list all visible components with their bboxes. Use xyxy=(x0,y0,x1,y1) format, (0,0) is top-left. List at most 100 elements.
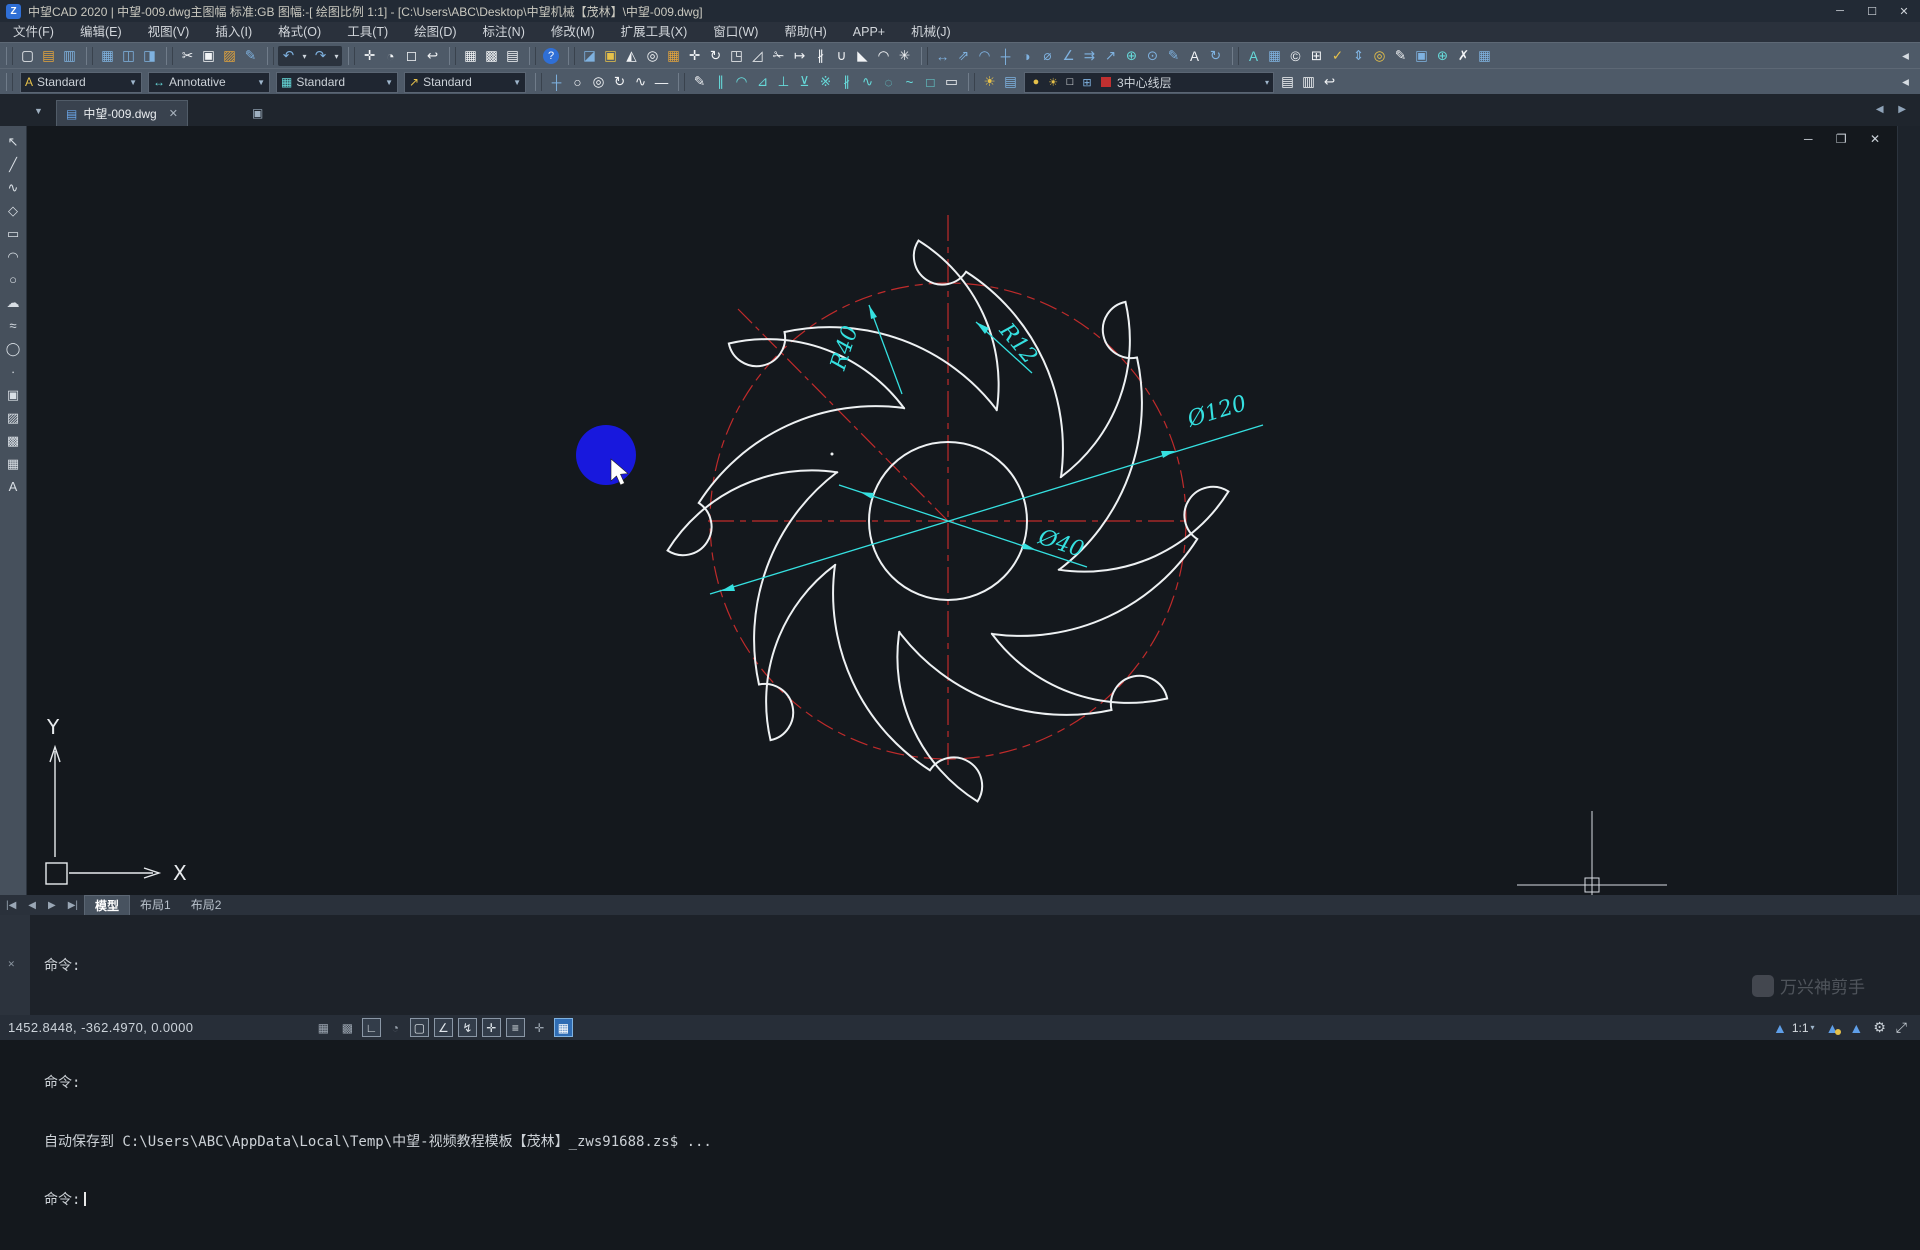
layer-color-swatch[interactable] xyxy=(1101,77,1111,87)
menu-window[interactable]: 窗口(W) xyxy=(700,22,771,42)
block-edit-icon[interactable]: ▣ xyxy=(1411,46,1432,66)
pan-icon[interactable]: ✛ xyxy=(359,46,380,66)
array-icon[interactable]: ▦ xyxy=(663,46,684,66)
tab-scroll-arrows[interactable]: ◀ ▶ xyxy=(1876,104,1912,115)
circle-tool-icon[interactable]: ○ xyxy=(567,72,588,92)
toolbar-grip[interactable] xyxy=(1232,47,1239,65)
stretch-icon[interactable]: ◿ xyxy=(747,46,768,66)
table-grid-icon[interactable]: ▦ xyxy=(1474,46,1495,66)
chevron-down-icon[interactable]: ▾ xyxy=(1811,1023,1815,1032)
toolbar-grip[interactable] xyxy=(568,47,575,65)
layer-combo[interactable]: ●☀□⊞ 3中心线层 ▾ xyxy=(1024,72,1274,93)
menu-dimension[interactable]: 标注(N) xyxy=(470,22,538,42)
maximize-button[interactable]: ☐ xyxy=(1856,0,1888,22)
layer-on-icon[interactable]: ● xyxy=(1029,72,1043,92)
join-icon[interactable]: ∪ xyxy=(831,46,852,66)
toolbar-overflow-button[interactable]: ◂ xyxy=(1895,46,1916,66)
toolbar-grip[interactable] xyxy=(535,73,542,91)
copy-icon[interactable]: ▣ xyxy=(600,46,621,66)
dim-text-edit-icon[interactable]: A xyxy=(1184,46,1205,66)
perpendicular-icon[interactable]: ⊥ xyxy=(773,72,794,92)
open-file-icon[interactable]: ▤ xyxy=(38,46,59,66)
workspace-switch-icon[interactable]: ▲ xyxy=(1849,1020,1863,1036)
properties-icon[interactable]: ▤ xyxy=(502,46,523,66)
menu-file[interactable]: 文件(F) xyxy=(0,22,67,42)
layer-bulb-icon[interactable]: ☀ xyxy=(979,72,1000,92)
nearest-icon[interactable]: ∦ xyxy=(836,72,857,92)
dim-radius-icon[interactable]: ◑ xyxy=(1016,46,1037,66)
toolbar-grip[interactable] xyxy=(6,47,13,65)
toolbar-grip[interactable] xyxy=(86,47,93,65)
parallel-icon[interactable]: ∥ xyxy=(710,72,731,92)
dim-edit-icon[interactable]: ✎ xyxy=(1163,46,1184,66)
drawing-area[interactable]: ↖╱∿◇▭◠○☁≈◯∙▣▨▩▦A ─ ❐ ✕ xyxy=(0,126,1920,895)
close-button[interactable]: ✕ xyxy=(1888,0,1920,22)
symbol-icon[interactable]: © xyxy=(1285,46,1306,66)
new-file-icon[interactable]: ▢ xyxy=(17,46,38,66)
menu-modify[interactable]: 修改(M) xyxy=(538,22,608,42)
zoom-realtime-icon[interactable]: ◔ xyxy=(380,46,401,66)
scale-icon[interactable]: ◳ xyxy=(726,46,747,66)
zoom-window-icon[interactable]: ◻ xyxy=(401,46,422,66)
find-icon[interactable]: ◎ xyxy=(1369,46,1390,66)
redo-icon[interactable]: ↷ xyxy=(310,46,331,66)
polyline-tool[interactable]: ∿ xyxy=(2,176,24,199)
polygon-tool[interactable]: ◇ xyxy=(2,199,24,222)
snap-toggle[interactable]: ▦ xyxy=(314,1018,333,1037)
toolbar-grip[interactable] xyxy=(166,47,173,65)
fullscreen-icon[interactable]: ⤢ xyxy=(1896,1019,1907,1036)
dim-tolerance-icon[interactable]: ⊕ xyxy=(1121,46,1142,66)
undo-dropdown[interactable]: ▾ xyxy=(299,46,310,66)
dim-ordinate-icon[interactable]: ┼ xyxy=(995,46,1016,66)
command-window[interactable]: ✕ 命令: 命令: _saveas 命令: 自动保存到 C:\Users\ABC… xyxy=(0,915,1920,1015)
plot-preview-icon[interactable]: ◫ xyxy=(118,46,139,66)
annotation-autoscale-icon[interactable]: ▲ xyxy=(1826,1020,1840,1036)
chevron-down-icon[interactable]: ▼ xyxy=(385,78,393,87)
tab-model[interactable]: 模型 xyxy=(84,895,130,916)
dim-continue-icon[interactable]: ⇉ xyxy=(1079,46,1100,66)
layer-previous-icon[interactable]: ↩ xyxy=(1319,72,1340,92)
drawing-viewport[interactable]: Ø120 Ø40 R40 R12 Y X xyxy=(27,126,1920,895)
circle-tool[interactable]: ○ xyxy=(2,268,24,291)
dim-update-icon[interactable]: ↻ xyxy=(1205,46,1226,66)
publish-icon[interactable]: ◨ xyxy=(139,46,160,66)
move-icon[interactable]: ✛ xyxy=(684,46,705,66)
break-icon[interactable]: ∦ xyxy=(810,46,831,66)
polar-toggle[interactable]: ◔ xyxy=(386,1018,405,1037)
erase-icon[interactable]: ◪ xyxy=(579,46,600,66)
table-tool[interactable]: ▦ xyxy=(2,452,24,475)
ortho-toggle[interactable]: ∟ xyxy=(362,1018,381,1037)
menu-mechanical[interactable]: 机械(J) xyxy=(898,22,964,42)
mtext-tool[interactable]: A xyxy=(2,475,24,498)
mtext-icon[interactable]: A xyxy=(1243,46,1264,66)
chamfer-icon[interactable]: ◣ xyxy=(852,46,873,66)
reference-icon[interactable]: ※ xyxy=(815,72,836,92)
dim-leader-icon[interactable]: ↗ xyxy=(1100,46,1121,66)
calculator-icon[interactable]: ▦ xyxy=(460,46,481,66)
command-close-icon[interactable]: ✕ xyxy=(8,957,15,970)
otrack-toggle[interactable]: ↯ xyxy=(458,1018,477,1037)
revcloud-tool[interactable]: ☁ xyxy=(2,291,24,314)
layer-walk-icon[interactable]: ▥ xyxy=(1298,72,1319,92)
layer-states-icon[interactable]: ▤ xyxy=(1277,72,1298,92)
gear-icon[interactable]: ⚙ xyxy=(1873,1019,1886,1036)
toolbar-grip[interactable] xyxy=(6,73,13,91)
text-scale-icon[interactable]: ⇕ xyxy=(1348,46,1369,66)
layout-nav-next[interactable]: ▶ xyxy=(48,900,56,911)
triangle-icon[interactable]: ⊿ xyxy=(752,72,773,92)
offset-icon[interactable]: ◎ xyxy=(642,46,663,66)
lineweight-toggle[interactable]: ≡ xyxy=(506,1018,525,1037)
dim-linear-icon[interactable]: ↔ xyxy=(932,46,953,66)
toolbar-grip[interactable] xyxy=(449,47,456,65)
toolbar-grip[interactable] xyxy=(267,47,274,65)
tab-close-icon[interactable]: ✕ xyxy=(169,107,178,120)
plot-icon[interactable]: ▦ xyxy=(97,46,118,66)
tab-layout2[interactable]: 布局2 xyxy=(181,895,232,915)
chevron-down-icon[interactable]: ▼ xyxy=(129,78,137,87)
menu-app-plus[interactable]: APP+ xyxy=(840,22,898,42)
spline-tool[interactable]: ≈ xyxy=(2,314,24,337)
chevron-down-icon[interactable]: ▼ xyxy=(257,78,265,87)
dim-arc-icon[interactable]: ◠ xyxy=(974,46,995,66)
attach-icon[interactable]: ⊕ xyxy=(1432,46,1453,66)
arc-mode-icon[interactable]: ◠ xyxy=(731,72,752,92)
